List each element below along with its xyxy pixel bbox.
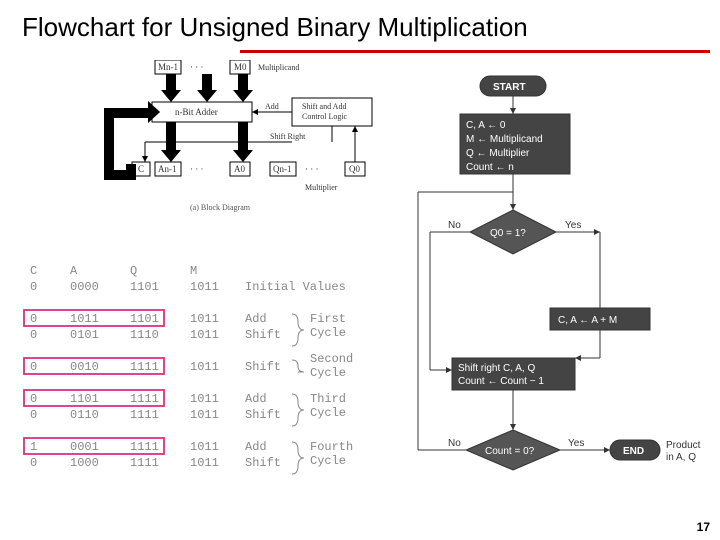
svg-text:1111: 1111: [130, 440, 159, 454]
svg-text:1011: 1011: [190, 312, 219, 326]
svg-text:0: 0: [30, 328, 37, 342]
svg-text:M: M: [190, 264, 197, 278]
svg-text:Shift and Add: Shift and Add: [302, 102, 346, 111]
svg-text:1110: 1110: [130, 328, 159, 342]
svg-text:Yes: Yes: [565, 220, 581, 231]
svg-text:Fourth: Fourth: [310, 440, 353, 454]
svg-text:Shift right C, A, Q: Shift right C, A, Q: [458, 363, 535, 374]
title-underline: [240, 50, 710, 53]
svg-text:C: C: [138, 164, 144, 174]
svg-text:0010: 0010: [70, 360, 99, 374]
svg-text:· · ·: · · ·: [190, 164, 204, 174]
svg-text:Shift: Shift: [245, 456, 281, 470]
svg-text:· · ·: · · ·: [190, 62, 204, 72]
svg-text:1111: 1111: [130, 456, 159, 470]
svg-text:0000: 0000: [70, 280, 99, 294]
svg-text:n-Bit Adder: n-Bit Adder: [175, 107, 218, 117]
svg-text:END: END: [623, 446, 644, 457]
svg-text:First: First: [310, 312, 346, 326]
svg-text:0: 0: [30, 312, 37, 326]
svg-text:1011: 1011: [190, 408, 219, 422]
svg-text:Yes: Yes: [568, 438, 584, 449]
svg-text:1011: 1011: [190, 440, 219, 454]
svg-text:0110: 0110: [70, 408, 99, 422]
svg-text:1101: 1101: [130, 312, 159, 326]
svg-text:1111: 1111: [130, 392, 159, 406]
svg-text:Shift: Shift: [245, 408, 281, 422]
svg-text:1011: 1011: [190, 392, 219, 406]
svg-text:Add: Add: [245, 312, 267, 326]
svg-text:C: C: [30, 264, 37, 278]
svg-text:0: 0: [30, 392, 37, 406]
svg-text:1011: 1011: [190, 280, 219, 294]
svg-text:Second: Second: [310, 352, 353, 366]
svg-text:Initial Values: Initial Values: [245, 280, 346, 294]
svg-text:1111: 1111: [130, 408, 159, 422]
svg-text:Shift: Shift: [245, 328, 281, 342]
svg-text:Q: Q: [130, 264, 137, 278]
svg-text:Third: Third: [310, 392, 346, 406]
svg-text:1011: 1011: [190, 360, 219, 374]
block-diagram: Mn-1 M0 · · · Multiplicand n-Bit Adder A…: [70, 60, 390, 240]
svg-text:0: 0: [30, 408, 37, 422]
svg-text:C, A ← 0: C, A ← 0: [466, 120, 506, 131]
svg-text:An-1: An-1: [158, 164, 177, 174]
svg-text:Cycle: Cycle: [310, 406, 346, 420]
svg-text:A0: A0: [234, 164, 245, 174]
svg-text:0001: 0001: [70, 440, 99, 454]
svg-text:Multiplier: Multiplier: [305, 183, 338, 192]
svg-text:0: 0: [30, 456, 37, 470]
svg-text:Cycle: Cycle: [310, 454, 346, 468]
svg-text:1011: 1011: [190, 328, 219, 342]
svg-text:Shift: Shift: [245, 360, 281, 374]
svg-text:START: START: [493, 82, 526, 93]
svg-text:Add: Add: [265, 102, 279, 111]
svg-text:C, A ← A + M: C, A ← A + M: [558, 315, 617, 326]
svg-text:Q0: Q0: [349, 164, 360, 174]
svg-text:Count = 0?: Count = 0?: [485, 446, 535, 457]
svg-text:No: No: [448, 220, 461, 231]
svg-text:Cycle: Cycle: [310, 366, 346, 380]
svg-text:(a) Block Diagram: (a) Block Diagram: [190, 203, 251, 212]
svg-text:1101: 1101: [70, 392, 99, 406]
svg-text:1101: 1101: [130, 280, 159, 294]
svg-text:Q0 = 1?: Q0 = 1?: [490, 228, 526, 239]
svg-text:Count ← n: Count ← n: [466, 162, 514, 173]
svg-text:Shift Right: Shift Right: [270, 132, 306, 141]
svg-text:Cycle: Cycle: [310, 326, 346, 340]
svg-text:1111: 1111: [130, 360, 159, 374]
svg-text:1: 1: [30, 440, 37, 454]
svg-text:Qn-1: Qn-1: [273, 164, 292, 174]
svg-text:0101: 0101: [70, 328, 99, 342]
svg-text:1011: 1011: [70, 312, 99, 326]
svg-text:Product: Product: [666, 440, 701, 451]
svg-text:M ← Multiplicand: M ← Multiplicand: [466, 134, 543, 145]
svg-text:1011: 1011: [190, 456, 219, 470]
svg-text:· · ·: · · ·: [305, 164, 319, 174]
svg-text:A: A: [70, 264, 78, 278]
svg-text:0: 0: [30, 280, 37, 294]
svg-text:Add: Add: [245, 440, 267, 454]
trace-table: C A Q M 0000011011011Initial Values 0101…: [10, 260, 410, 530]
page-number: 17: [697, 520, 710, 534]
svg-text:Multiplicand: Multiplicand: [258, 63, 299, 72]
flowchart: START C, A ← 0 M ← Multiplicand Q ← Mult…: [410, 70, 710, 530]
svg-text:Control Logic: Control Logic: [302, 112, 348, 121]
svg-text:Add: Add: [245, 392, 267, 406]
svg-text:M0: M0: [234, 62, 247, 72]
slide-title: Flowchart for Unsigned Binary Multiplica…: [22, 12, 528, 43]
svg-text:Count ← Count − 1: Count ← Count − 1: [458, 376, 544, 387]
svg-text:1000: 1000: [70, 456, 99, 470]
svg-text:0: 0: [30, 360, 37, 374]
svg-text:Q ← Multiplier: Q ← Multiplier: [466, 148, 530, 159]
svg-text:Mn-1: Mn-1: [158, 62, 178, 72]
svg-text:No: No: [448, 438, 461, 449]
svg-text:in A, Q: in A, Q: [666, 452, 696, 463]
